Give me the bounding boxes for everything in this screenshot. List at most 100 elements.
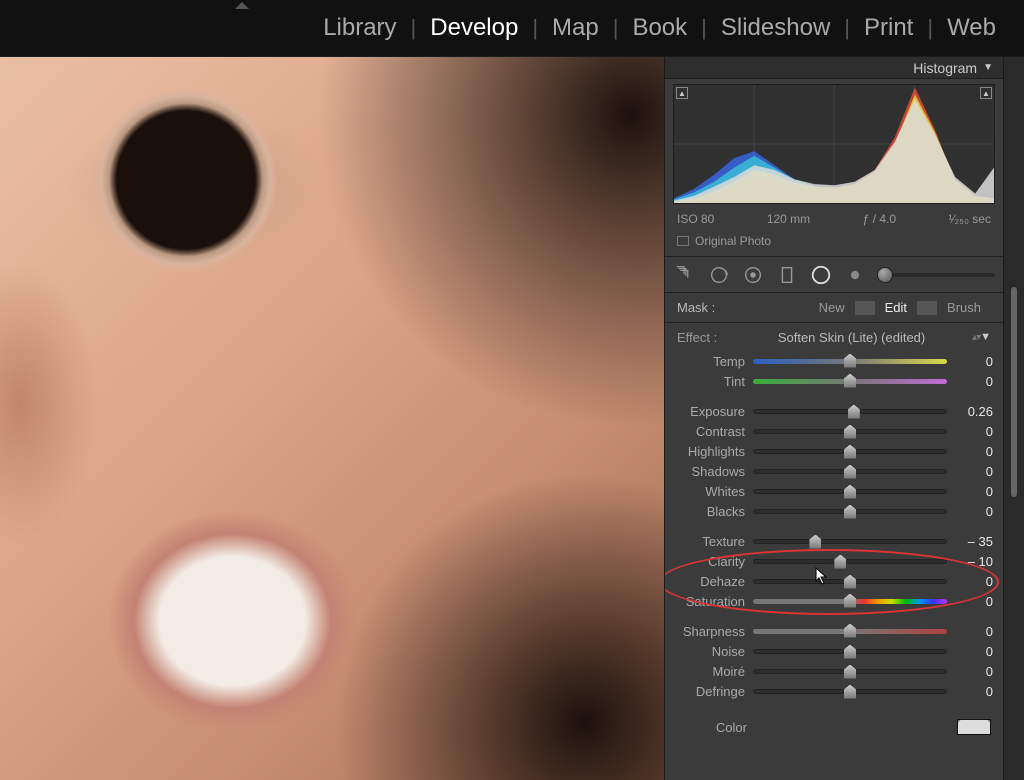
module-print[interactable]: Print [850,14,927,42]
redeye-icon[interactable] [741,263,765,287]
slider-blacks[interactable]: Blacks0 [675,501,993,521]
slider-value[interactable]: 0.26 [951,404,993,419]
slider-track[interactable] [753,599,947,604]
slider-knob[interactable] [844,624,856,638]
slider-knob[interactable] [848,405,860,419]
slider-value[interactable]: 0 [951,444,993,459]
slider-whites[interactable]: Whites0 [675,481,993,501]
slider-value[interactable]: 0 [951,354,993,369]
slider-knob[interactable] [844,485,856,499]
slider-knob[interactable] [844,685,856,699]
grad-filter-icon[interactable] [775,263,799,287]
exif-focal: 120 mm [767,212,810,226]
disclosure-icon[interactable]: ▼ [980,331,991,343]
slider-track[interactable] [753,489,947,494]
slider-moire[interactable]: Moiré0 [675,661,993,681]
slider-value[interactable]: 0 [951,424,993,439]
spot-heal-icon[interactable] [707,263,731,287]
brush-size-slider[interactable] [885,273,995,277]
slider-defringe[interactable]: Defringe0 [675,681,993,701]
slider-tint[interactable]: Tint 0 [675,371,993,391]
slider-value[interactable]: 0 [951,484,993,499]
slider-shadows[interactable]: Shadows0 [675,461,993,481]
slider-track[interactable] [753,669,947,674]
module-book[interactable]: Book [618,14,701,42]
photo-canvas[interactable] [0,57,664,780]
slider-label: Tint [675,374,749,389]
color-row[interactable]: Color [665,711,1003,745]
slider-knob[interactable] [834,555,846,569]
slider-value[interactable]: 0 [951,684,993,699]
module-web[interactable]: Web [933,14,1010,42]
slider-track[interactable] [753,649,947,654]
slider-contrast[interactable]: Contrast0 [675,421,993,441]
slider-track[interactable] [753,379,947,384]
slider-knob[interactable] [844,575,856,589]
stepper-icon[interactable]: ▴▾ [972,332,980,343]
slider-exposure[interactable]: Exposure0.26 [675,401,993,421]
slider-noise[interactable]: Noise0 [675,641,993,661]
histogram[interactable]: ▲ ▲ [673,84,995,204]
effect-row[interactable]: Effect : Soften Skin (Lite) (edited) ▴▾ … [665,323,1003,351]
slider-saturation[interactable]: Saturation0 [675,591,993,611]
slider-track[interactable] [753,629,947,634]
slider-knob[interactable] [844,645,856,659]
slider-knob[interactable] [809,535,821,549]
slider-value[interactable]: 0 [951,504,993,519]
module-library[interactable]: Library [309,14,410,42]
effect-label: Effect : [677,330,737,345]
slider-clarity[interactable]: Clarity– 10 [675,551,993,571]
crop-tool-icon[interactable] [673,263,697,287]
slider-value[interactable]: 0 [951,644,993,659]
mask-mode-edit[interactable]: Edit [875,300,917,315]
slider-knob[interactable] [844,594,856,608]
slider-track[interactable] [753,449,947,454]
slider-track[interactable] [753,509,947,514]
slider-dehaze[interactable]: Dehaze0 [675,571,993,591]
chevron-up-icon[interactable] [235,2,249,9]
radial-filter-icon[interactable] [809,263,833,287]
original-photo-row[interactable]: Original Photo [665,230,1003,257]
effect-value[interactable]: Soften Skin (Lite) (edited) [737,330,966,345]
slider-value[interactable]: 0 [951,464,993,479]
slider-value[interactable]: 0 [951,374,993,389]
slider-knob[interactable] [844,374,856,388]
color-swatch-icon[interactable] [957,719,991,735]
slider-value[interactable]: 0 [951,594,993,609]
checkbox-icon[interactable] [677,236,689,246]
slider-knob[interactable] [844,665,856,679]
slider-value[interactable]: 0 [951,574,993,589]
slider-sharpness[interactable]: Sharpness0 [675,621,993,641]
histogram-header[interactable]: Histogram ▼ [665,57,1003,79]
slider-track[interactable] [753,409,947,414]
slider-label: Texture [675,534,749,549]
slider-value[interactable]: 0 [951,664,993,679]
slider-track[interactable] [753,689,947,694]
slider-value[interactable]: – 35 [951,534,993,549]
slider-track[interactable] [753,429,947,434]
slider-knob[interactable] [844,505,856,519]
slider-temp[interactable]: Temp0 [675,351,993,371]
slider-highlights[interactable]: Highlights0 [675,441,993,461]
slider-track[interactable] [753,579,947,584]
module-slideshow[interactable]: Slideshow [707,14,844,42]
scrollbar-thumb[interactable] [1011,287,1017,497]
module-develop[interactable]: Develop [416,14,532,42]
slider-track[interactable] [753,469,947,474]
slider-value[interactable]: – 10 [951,554,993,569]
slider-knob[interactable] [844,445,856,459]
slider-knob[interactable] [877,267,893,283]
brush-size-dot-icon[interactable] [843,263,867,287]
mask-mode-new[interactable]: New [809,300,855,315]
module-map[interactable]: Map [538,14,613,42]
slider-track[interactable] [753,559,947,564]
mask-mode-brush[interactable]: Brush [937,300,991,315]
slider-knob[interactable] [844,425,856,439]
slider-texture[interactable]: Texture – 35 [675,531,993,551]
slider-value[interactable]: 0 [951,624,993,639]
slider-knob[interactable] [844,354,856,368]
panel-scrollbar[interactable] [1004,57,1024,780]
slider-knob[interactable] [844,465,856,479]
slider-track[interactable] [753,359,947,364]
slider-track[interactable] [753,539,947,544]
